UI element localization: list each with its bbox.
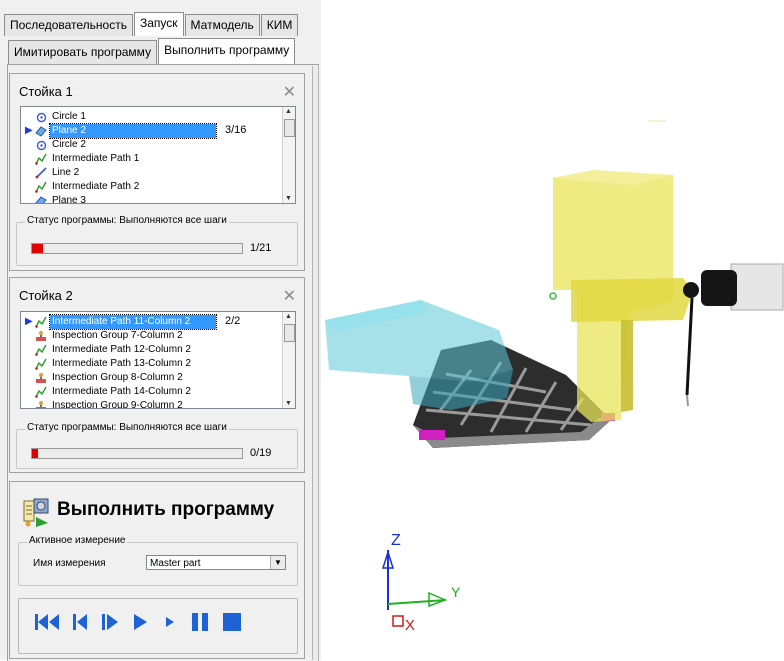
program-status-group: Статус программы: Выполняются все шаги 0… <box>16 422 298 469</box>
step-counter: 2/2 <box>225 315 241 327</box>
progress-count: 1/21 <box>250 242 272 254</box>
program-status-group: Статус программы: Выполняются все шаги 1… <box>16 215 298 266</box>
scroll-down-icon[interactable]: ▼ <box>285 195 292 202</box>
execute-program-title: Выполнить программу <box>57 499 275 520</box>
station-2-box: Стойка 2 ✕ ▶ Intermediate Path 11-Column… <box>9 277 305 473</box>
probe-head <box>683 263 784 407</box>
tab-math-model[interactable]: Матмодель <box>184 14 260 36</box>
station-2-step-list[interactable]: ▶ Intermediate Path 11-Column 2 Inspecti… <box>20 311 296 409</box>
list-item[interactable]: ▶ Intermediate Path 11-Column 2 <box>25 314 217 330</box>
inspection-group-icon <box>35 400 47 408</box>
station-2-title: Стойка 2 <box>19 288 73 303</box>
current-step-arrow-icon: ▶ <box>25 125 33 136</box>
list-item[interactable]: Intermediate Path 13-Column 2 <box>25 357 193 371</box>
step-forward-icon[interactable] <box>99 609 121 635</box>
step-counter: 3/16 <box>225 124 247 136</box>
plane-feature-icon <box>35 195 47 203</box>
list-item[interactable]: Intermediate Path 1 <box>25 152 141 166</box>
list-item[interactable]: Intermediate Path 14-Column 2 <box>25 385 193 399</box>
play-icon[interactable] <box>129 609 151 635</box>
axis-triad: Z Y X <box>381 532 461 634</box>
x-axis-marker <box>392 615 404 627</box>
progress-fill <box>32 244 43 253</box>
execute-program-box: Выполнить программу Активное измерение И… <box>9 481 305 659</box>
chevron-down-icon[interactable]: ▼ <box>270 556 285 569</box>
progress-fill <box>32 449 39 458</box>
path-icon <box>35 386 47 398</box>
tab-run[interactable]: Запуск <box>133 12 184 36</box>
inspection-group-icon <box>35 330 47 342</box>
measurement-name-value: Master part <box>150 558 201 569</box>
active-measurement-label: Активное измерение <box>27 535 128 546</box>
tab-execute-program[interactable]: Выполнить программу <box>158 38 296 65</box>
inspection-group-icon <box>35 372 47 384</box>
path-icon <box>35 316 47 328</box>
main-tabs: Последовательность Запуск Матмодель КИМ <box>4 12 299 36</box>
measurement-name-label: Имя измерения <box>33 558 106 569</box>
circle-feature-icon <box>35 139 47 151</box>
path-icon <box>35 153 47 165</box>
circle-feature-icon <box>35 111 47 123</box>
list-item[interactable]: Intermediate Path 2 <box>25 180 141 194</box>
program-status-label: Статус программы: Выполняются все шаги <box>25 215 229 226</box>
list-item[interactable]: Intermediate Path 12-Column 2 <box>25 343 193 357</box>
path-icon <box>35 344 47 356</box>
scroll-up-icon[interactable]: ▲ <box>285 313 292 320</box>
step-back-icon[interactable] <box>69 609 91 635</box>
playback-controls <box>18 598 298 654</box>
scroll-up-icon[interactable]: ▲ <box>285 108 292 115</box>
measurement-name-select[interactable]: Master part ▼ <box>146 555 286 570</box>
scroll-down-icon[interactable]: ▼ <box>285 400 292 407</box>
rewind-start-icon[interactable] <box>33 609 61 635</box>
list-item[interactable]: Plane 3 <box>25 194 88 203</box>
list-item[interactable]: Inspection Group 7-Column 2 <box>25 329 185 343</box>
list-item[interactable]: Inspection Group 8-Column 2 <box>25 371 185 385</box>
list-scrollbar[interactable]: ▲ ▼ <box>282 107 295 203</box>
z-axis-label: Z <box>391 532 401 549</box>
sub-tabs: Имитировать программу Выполнить программ… <box>8 38 296 65</box>
tab-sequence[interactable]: Последовательность <box>4 14 133 36</box>
run-panel: Последовательность Запуск Матмодель КИМ … <box>0 0 321 661</box>
stop-icon[interactable] <box>219 609 245 635</box>
progress-count: 0/19 <box>250 447 272 459</box>
station-1-step-list[interactable]: Circle 1 ▶ Plane 2 Circle 2 Intermediate… <box>20 106 296 204</box>
slow-play-icon[interactable] <box>159 609 181 635</box>
program-status-label: Статус программы: Выполняются все шаги <box>25 422 229 433</box>
path-icon <box>35 358 47 370</box>
close-icon[interactable]: ✕ <box>283 286 296 306</box>
station-1-box: Стойка 1 ✕ Circle 1 ▶ Plane 2 Circle 2 I… <box>9 73 305 271</box>
panel-scrollbar[interactable] <box>312 66 319 660</box>
list-item[interactable]: Inspection Group 9-Column 2 <box>25 399 185 408</box>
execute-program-icon <box>22 497 54 530</box>
list-item[interactable]: ▶ Plane 2 <box>25 123 217 139</box>
scroll-thumb[interactable] <box>284 324 295 342</box>
x-axis-label: X <box>405 617 415 634</box>
scroll-thumb[interactable] <box>284 119 295 137</box>
list-item[interactable]: Line 2 <box>25 166 81 180</box>
list-item[interactable]: Circle 2 <box>25 138 88 152</box>
current-step-arrow-icon: ▶ <box>25 316 33 327</box>
tab-simulate-program[interactable]: Имитировать программу <box>8 40 158 64</box>
plane-feature-icon <box>35 125 47 137</box>
line-feature-icon <box>35 167 47 179</box>
y-axis-label: Y <box>451 584 461 600</box>
progress-bar <box>31 448 243 459</box>
list-item[interactable]: Circle 1 <box>25 110 88 124</box>
3d-viewport[interactable]: Z Y X <box>321 0 784 660</box>
tab-cmm[interactable]: КИМ <box>260 14 299 36</box>
pause-icon[interactable] <box>187 609 213 635</box>
station-1-title: Стойка 1 <box>19 84 73 99</box>
list-scrollbar[interactable]: ▲ ▼ <box>282 312 295 408</box>
path-icon <box>35 181 47 193</box>
close-icon[interactable]: ✕ <box>283 82 296 102</box>
progress-bar <box>31 243 243 254</box>
